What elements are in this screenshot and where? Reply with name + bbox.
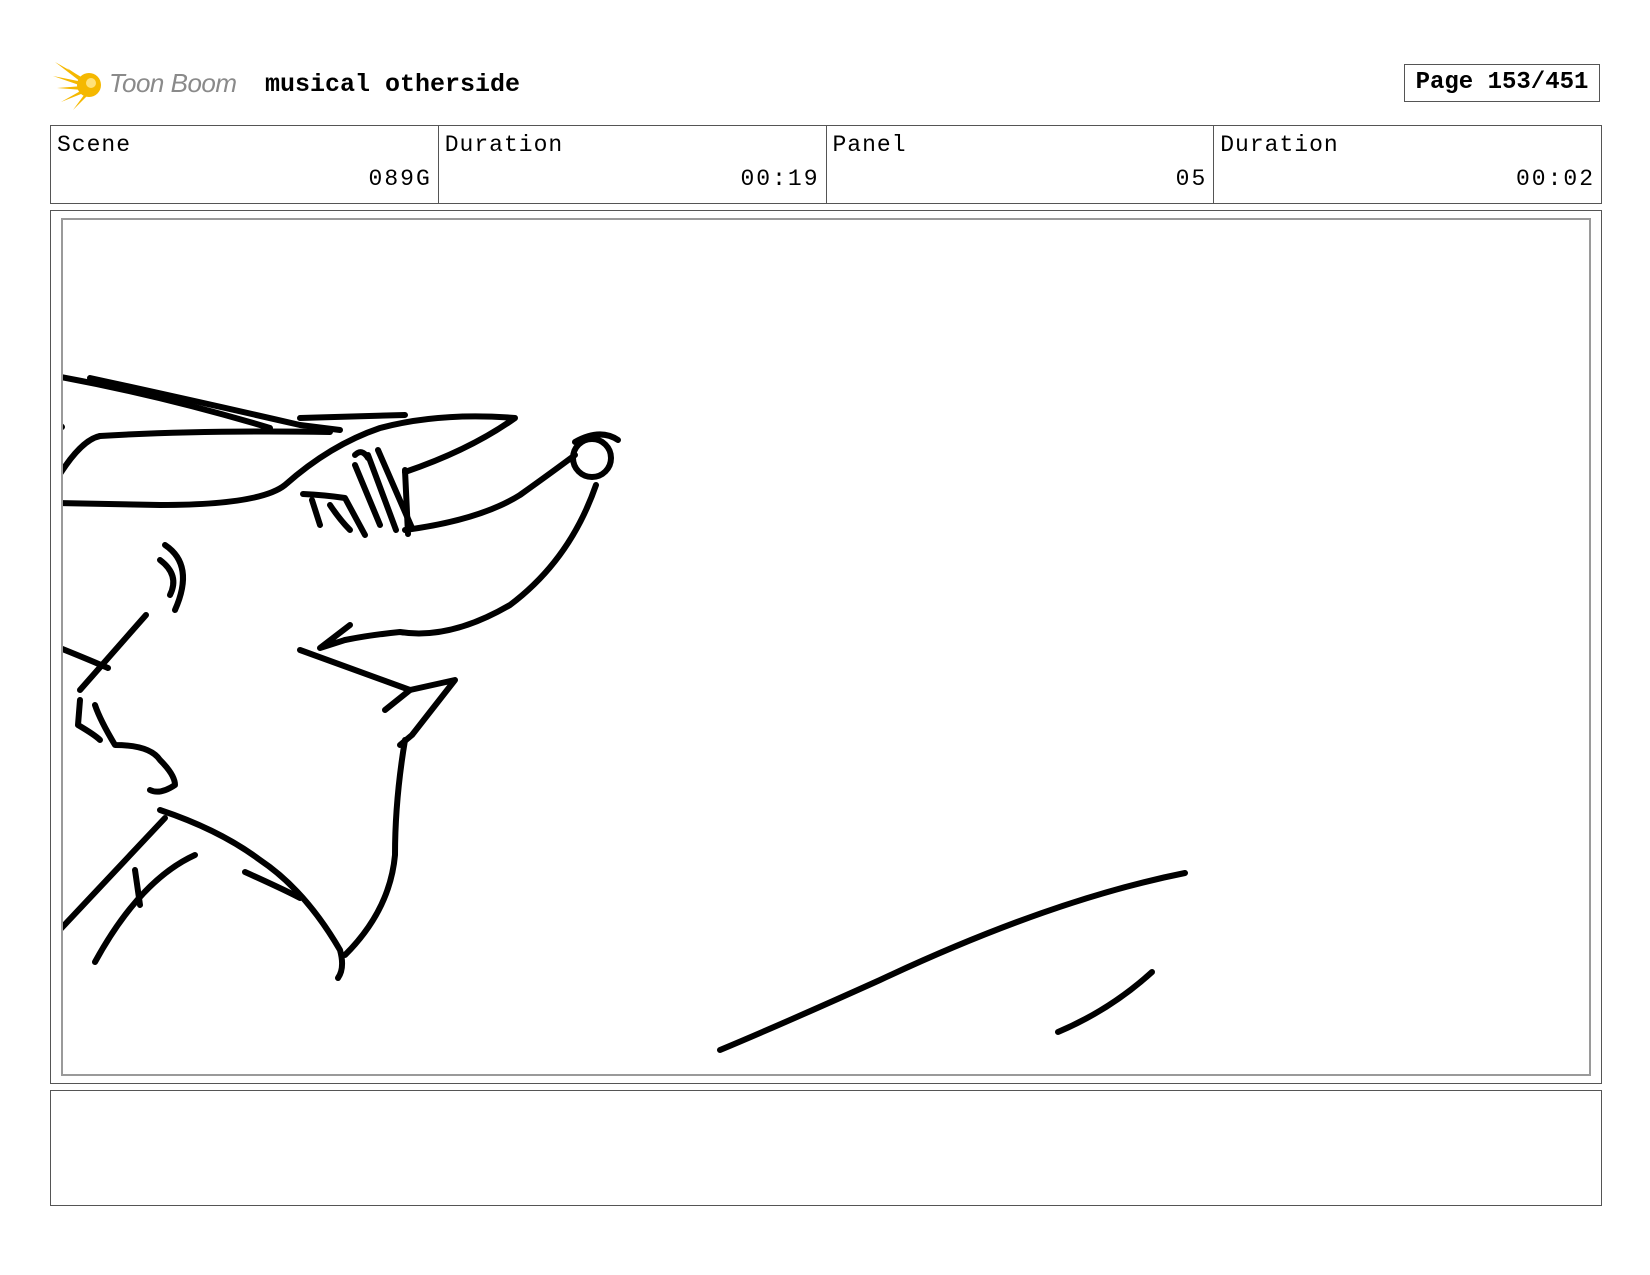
- panel-cell: Panel 05: [827, 126, 1215, 203]
- panel-duration-cell: Duration 00:02: [1214, 126, 1601, 203]
- panel-label: Panel: [832, 132, 907, 158]
- panel-value: 05: [1175, 166, 1208, 192]
- storyboard-panel: [61, 218, 1591, 1076]
- panel-notes-box: [50, 1090, 1602, 1206]
- scene-cell: Scene 089G: [51, 126, 439, 203]
- scene-duration-cell: Duration 00:19: [439, 126, 827, 203]
- logo-text: Toon Boom: [109, 68, 237, 98]
- toon-boom-logo: Toon Boom: [53, 58, 253, 112]
- scene-label: Scene: [57, 132, 132, 158]
- scene-info-row: Scene 089G Duration 00:19 Panel 05 Durat…: [50, 125, 1602, 204]
- star-burst-icon: [53, 62, 101, 110]
- storyboard-sketch-icon: [63, 374, 1188, 1053]
- panel-duration-value: 00:02: [1515, 166, 1595, 192]
- panel-duration-label: Duration: [1220, 132, 1339, 158]
- page-indicator: Page 153/451: [1404, 64, 1600, 102]
- scene-duration-value: 00:19: [740, 166, 820, 192]
- scene-value: 089G: [368, 166, 432, 192]
- project-title: musical otherside: [265, 70, 521, 99]
- scene-duration-label: Duration: [444, 132, 564, 158]
